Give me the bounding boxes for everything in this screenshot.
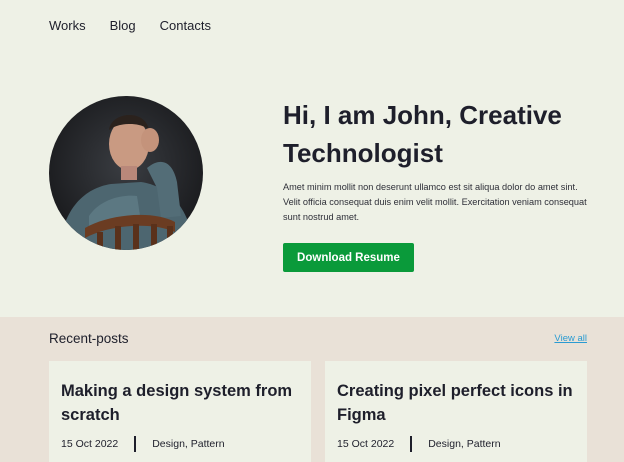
view-all-link[interactable]: View all (554, 333, 587, 344)
post-meta: 15 Oct 2022 Design, Pattern (61, 436, 299, 452)
recent-posts-section: Recent-posts View all Making a design sy… (0, 317, 624, 462)
nav-item-contacts[interactable]: Contacts (160, 18, 211, 33)
post-title[interactable]: Making a design system from scratch (61, 379, 297, 427)
post-tags: Design, Pattern (152, 438, 225, 450)
hero-title: Hi, I am John, Creative Technologist (283, 100, 562, 168)
post-date: 15 Oct 2022 (337, 438, 395, 450)
meta-divider (134, 436, 137, 452)
post-card[interactable]: Making a design system from scratch 15 O… (49, 361, 311, 462)
recent-posts-heading: Recent-posts (49, 331, 129, 346)
profile-photo (49, 96, 203, 250)
post-tags: Design, Pattern (428, 438, 501, 450)
meta-divider (410, 436, 413, 452)
post-title[interactable]: Creating pixel perfect icons in Figma (337, 379, 573, 427)
nav-item-blog[interactable]: Blog (110, 18, 136, 33)
post-date: 15 Oct 2022 (61, 438, 119, 450)
post-card[interactable]: Creating pixel perfect icons in Figma 15… (325, 361, 587, 462)
download-resume-button[interactable]: Download Resume (283, 243, 414, 272)
hero-section: Works Blog Contacts Hi, I am John, Creat… (0, 0, 624, 317)
hero-description: Amet minim mollit non deserunt ullamco e… (283, 182, 587, 222)
top-nav: Works Blog Contacts (49, 18, 211, 33)
post-meta: 15 Oct 2022 Design, Pattern (337, 436, 575, 452)
nav-item-works[interactable]: Works (49, 18, 86, 33)
